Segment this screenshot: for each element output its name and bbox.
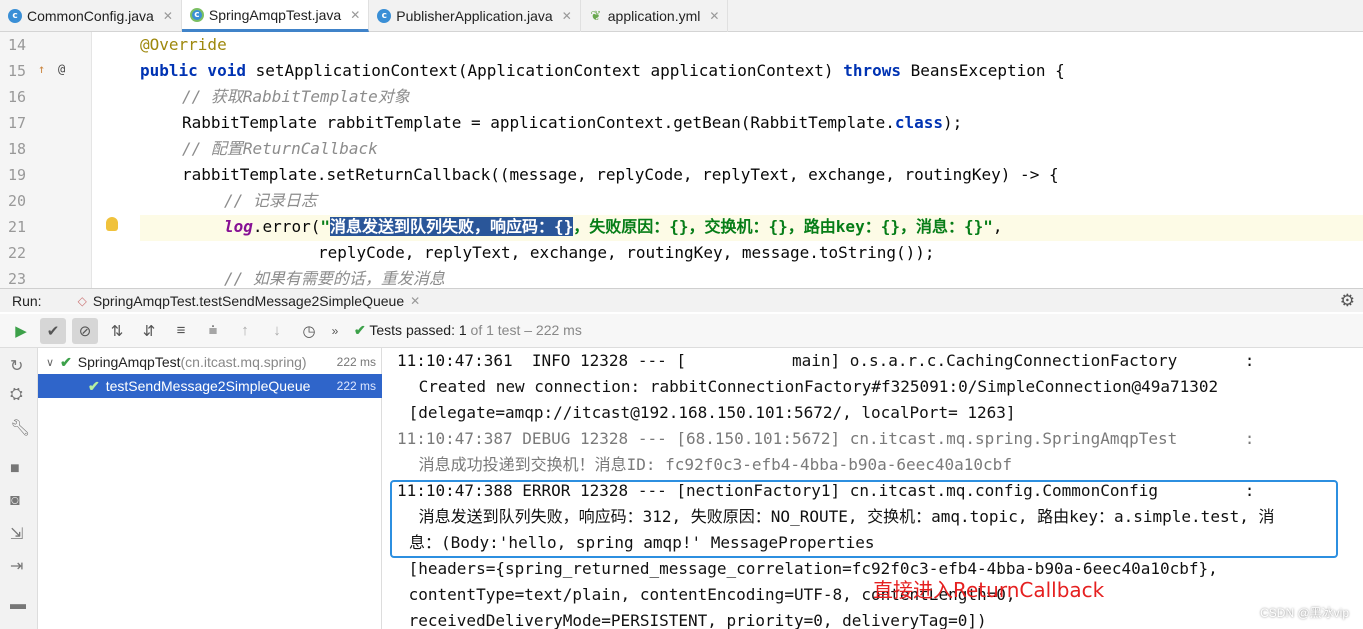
show-passed-icon[interactable]: ✔ <box>40 317 66 344</box>
console-line: Created new connection: rabbitConnection… <box>409 377 1219 396</box>
line-number: 21 <box>8 218 27 236</box>
tab-publisher-application[interactable]: c PublisherApplication.java ✕ <box>369 0 581 32</box>
console-line: 11:10:47:361 INFO 12328 --- [ main] o.s.… <box>397 351 1255 370</box>
class-icon: c <box>8 9 22 23</box>
tab-common-config[interactable]: c CommonConfig.java ✕ <box>0 0 182 32</box>
close-icon[interactable]: ✕ <box>163 9 173 23</box>
line-number: 17 <box>8 114 27 132</box>
line-number: 18 <box>8 140 27 158</box>
more-icon[interactable]: » <box>328 318 342 344</box>
test-run-icon: ◇ <box>77 293 87 308</box>
run-label: Run: <box>12 292 42 309</box>
spring-leaf-icon: ❦ <box>590 8 602 24</box>
run-toolbar: ▶ ✔ ⊘ ⇅ ⇵ ≡ ⩧ ↑ ↓ ◷ » ✔ Tests passed: 1 … <box>0 314 1363 348</box>
check-icon: ✔ <box>88 377 100 394</box>
test-class-package: (cn.itcast.mq.spring) <box>180 354 307 370</box>
tab-label: CommonConfig.java <box>27 8 154 24</box>
console-line: 消息成功投递到交换机！消息ID: fc92f0c3-efb4-4bba-b90a… <box>409 455 1012 474</box>
tests-passed-detail: of 1 test – 222 ms <box>466 322 582 338</box>
stop-icon[interactable]: ■ <box>10 460 20 478</box>
run-tool-window-header: Run: ◇ SpringAmqpTest.testSendMessage2Si… <box>0 288 1363 312</box>
line-number: 14 <box>8 36 27 54</box>
code-editor[interactable]: 14 15 16 17 18 19 20 21 22 23 ↑ @ @Overr… <box>0 32 1363 288</box>
error-outline-box <box>390 480 1338 558</box>
run-config-name: SpringAmqpTest.testSendMessage2SimpleQue… <box>92 292 405 309</box>
test-duration: 222 ms <box>336 379 376 393</box>
code-line-16: // 获取RabbitTemplate对象 <box>182 87 410 106</box>
next-failed-icon[interactable]: ↓ <box>264 318 290 344</box>
close-icon[interactable]: ✕ <box>709 9 719 23</box>
code-line-14: @Override <box>140 35 227 54</box>
override-icon[interactable]: ↑ <box>38 62 45 76</box>
test-class-icon: c <box>189 7 204 22</box>
code-line-19: rabbitTemplate.setReturnCallback((messag… <box>182 165 1059 184</box>
chevron-down-icon[interactable]: ∨ <box>46 356 54 369</box>
check-icon: ✔ <box>354 322 366 338</box>
show-ignored-icon[interactable]: ⊘ <box>72 317 98 344</box>
test-method-name: testSendMessage2SimpleQueue <box>105 378 311 394</box>
tab-application-yml[interactable]: ❦ application.yml ✕ <box>581 0 729 32</box>
code-line-18: // 配置ReturnCallback <box>182 139 378 158</box>
line-number: 22 <box>8 244 27 262</box>
close-icon[interactable]: ✕ <box>350 8 360 22</box>
line-number: 20 <box>8 192 27 210</box>
export-icon[interactable]: ⇲ <box>10 524 23 544</box>
debug-icon[interactable]: ⛭ <box>10 386 23 404</box>
code-line-15: public void setApplicationContext(Applic… <box>140 61 1065 80</box>
selected-text: 消息发送到队列失败，响应码：{} <box>329 217 574 236</box>
code-line-22: replyCode, replyText, exchange, routingK… <box>318 243 935 262</box>
code-line-20: // 记录日志 <box>224 191 317 210</box>
tab-spring-amqp-test[interactable]: c SpringAmqpTest.java ✕ <box>181 0 370 32</box>
collapse-all-icon[interactable]: ⩧ <box>200 318 226 344</box>
annotation-icon[interactable]: @ <box>58 62 65 76</box>
close-icon[interactable]: ✕ <box>410 294 420 308</box>
check-icon: ✔ <box>60 353 72 370</box>
layout-icon[interactable]: ▬ <box>10 596 26 614</box>
annotation-note: 直接进入ReturnCallback <box>873 578 1105 602</box>
close-icon[interactable]: ✕ <box>562 9 572 23</box>
code-line-21: log.error("消息发送到队列失败，响应码：{}，失败原因：{}，交换机：… <box>224 217 1003 236</box>
rerun-failed-icon[interactable]: ↻ <box>10 356 23 376</box>
side-toolbar: ↻ ⛭ 🔧︎ ■ ◙ ⇲ ⇥ ▬ <box>0 348 38 629</box>
test-results-tree: ∨ ✔ SpringAmqpTest (cn.itcast.mq.spring)… <box>38 348 382 629</box>
line-gutter: 14 15 16 17 18 19 20 21 22 23 ↑ @ <box>0 32 92 288</box>
test-class-name: SpringAmqpTest <box>77 354 181 370</box>
test-history-icon[interactable]: ◷ <box>296 318 322 344</box>
line-number: 23 <box>8 270 27 288</box>
test-status: ✔ Tests passed: 1 of 1 test – 222 ms <box>354 322 582 339</box>
test-duration: 222 ms <box>336 355 376 369</box>
console-line: [delegate=amqp://itcast@192.168.150.101:… <box>399 403 1016 422</box>
run-config-tab[interactable]: ◇ SpringAmqpTest.testSendMessage2SimpleQ… <box>78 293 421 309</box>
tree-item-test-method[interactable]: ✔ testSendMessage2SimpleQueue 222 ms <box>38 374 382 398</box>
exit-icon[interactable]: ⇥ <box>10 556 23 576</box>
wrench-icon[interactable]: 🔧︎ <box>10 418 30 438</box>
console-line: 11:10:47:387 DEBUG 12328 --- [68.150.101… <box>397 429 1255 448</box>
tests-passed-count: Tests passed: 1 <box>369 322 467 338</box>
expand-all-icon[interactable]: ≡ <box>168 318 194 344</box>
lightbulb-icon[interactable] <box>106 217 118 231</box>
rerun-icon[interactable]: ▶ <box>8 318 34 344</box>
tab-label: SpringAmqpTest.java <box>208 6 342 23</box>
line-number: 16 <box>8 88 27 106</box>
spring-class-icon: c <box>377 9 392 23</box>
console-line: receivedDeliveryMode=PERSISTENT, priorit… <box>399 611 987 629</box>
code-line-17: RabbitTemplate rabbitTemplate = applicat… <box>182 113 963 132</box>
tree-item-test-class[interactable]: ∨ ✔ SpringAmqpTest (cn.itcast.mq.spring)… <box>38 350 382 374</box>
gear-icon[interactable]: ⚙ <box>1340 291 1355 311</box>
code-line-23: // 如果有需要的话，重发消息 <box>224 269 445 288</box>
line-number: 15 <box>8 62 27 80</box>
editor-tab-bar: c CommonConfig.java ✕ c SpringAmqpTest.j… <box>0 0 1363 32</box>
previous-failed-icon[interactable]: ↑ <box>232 318 258 344</box>
tab-label: application.yml <box>607 8 701 24</box>
watermark: CSDN @黑冰vip <box>1260 606 1349 620</box>
camera-icon[interactable]: ◙ <box>10 492 20 510</box>
tab-label: PublisherApplication.java <box>396 8 553 24</box>
line-number: 19 <box>8 166 27 184</box>
sort-duration-icon[interactable]: ⇵ <box>136 318 162 344</box>
sort-alpha-icon[interactable]: ⇅ <box>104 318 130 344</box>
